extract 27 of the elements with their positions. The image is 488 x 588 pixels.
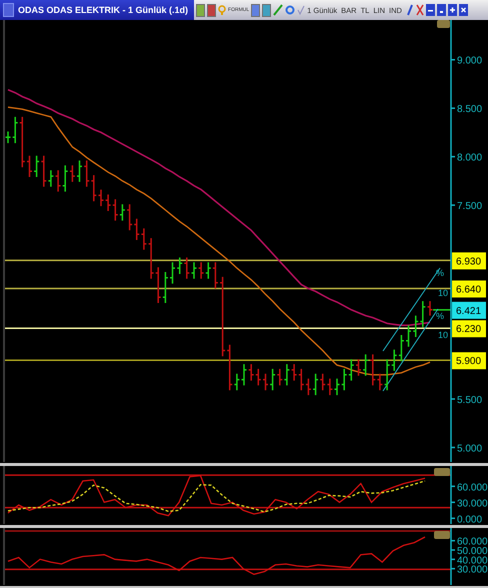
axis-label: 8.000 [457,152,482,164]
axis-label: 60.000 [457,482,488,494]
channel-label: 10 [438,288,448,298]
axis-label: 50.000 [457,546,488,558]
price-tag: 6.230 [452,320,486,338]
channel-label: 10 [438,330,448,340]
axis-label: 40.000 [457,555,488,566]
axis-label: 30.000 [457,498,488,510]
axis-label: 5.500 [457,395,482,406]
price-tag: 5.900 [452,352,486,370]
last-price-tag: 6.421 [452,302,486,319]
channel-label: % [436,311,444,321]
ref-line-label: 6.930 [456,256,482,268]
channel-label: % [436,268,444,278]
axis-label: 9.000 [457,56,482,67]
ref-line-label: 5.900 [456,356,482,368]
axis-label: 60.000 [457,536,488,548]
axis-label: 0.000 [457,514,482,524]
axis-label: 30.000 [457,564,488,576]
axis-label: 7.500 [457,201,482,212]
axis-label: 8.500 [457,104,482,116]
price-tag: 6.640 [452,280,486,298]
ref-line-label: 6.230 [456,324,482,336]
ref-line-label: 6.640 [456,284,482,296]
axis-label: 5.000 [457,443,482,454]
price-tag: 6.930 [452,252,486,270]
window-title: ODAS ODAS ELEKTRIK - 1 Günlük (.1d) [18,5,188,15]
